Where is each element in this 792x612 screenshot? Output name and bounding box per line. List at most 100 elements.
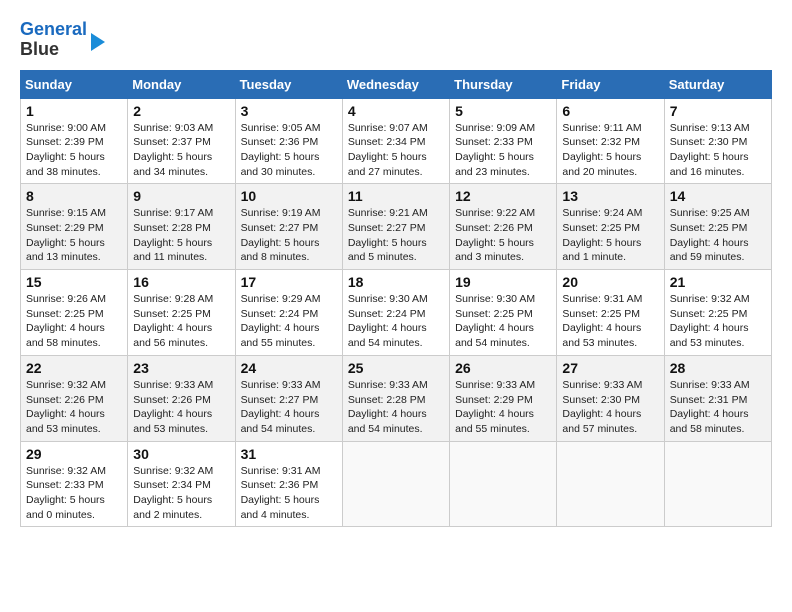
day-number: 23: [133, 360, 229, 376]
day-number: 21: [670, 274, 766, 290]
calendar-cell: 4 Sunrise: 9:07 AMSunset: 2:34 PMDaylight…: [342, 98, 449, 184]
day-info: Sunrise: 9:33 AMSunset: 2:28 PMDaylight:…: [348, 378, 444, 437]
day-number: 3: [241, 103, 337, 119]
calendar-cell: 16Sunrise: 9:28 AMSunset: 2:25 PMDayligh…: [128, 270, 235, 356]
day-info: Sunrise: 9:29 AMSunset: 2:24 PMDaylight:…: [241, 292, 337, 351]
day-number: 14: [670, 188, 766, 204]
day-number: 29: [26, 446, 122, 462]
calendar-cell: 12 Sunrise: 9:22 AMSunset: 2:26 PMDayligh…: [450, 184, 557, 270]
day-info: Sunrise: 9:33 AMSunset: 2:29 PMDaylight:…: [455, 378, 551, 437]
day-info: Sunrise: 9:30 AMSunset: 2:24 PMDaylight:…: [348, 292, 444, 351]
calendar-cell: 5 Sunrise: 9:09 AMSunset: 2:33 PMDaylight…: [450, 98, 557, 184]
col-header-sunday: Sunday: [21, 70, 128, 98]
day-number: 19: [455, 274, 551, 290]
day-number: 12: [455, 188, 551, 204]
calendar-cell: 21 Sunrise: 9:32 AMSunset: 2:25 PMDayligh…: [664, 270, 771, 356]
day-number: 31: [241, 446, 337, 462]
day-number: 9: [133, 188, 229, 204]
day-info: Sunrise: 9:31 AMSunset: 2:25 PMDaylight:…: [562, 292, 658, 351]
day-info: Sunrise: 9:26 AMSunset: 2:25 PMDaylight:…: [26, 292, 122, 351]
calendar-cell: 15 Sunrise: 9:26 AMSunset: 2:25 PMDayligh…: [21, 270, 128, 356]
day-info: Sunrise: 9:32 AMSunset: 2:25 PMDaylight:…: [670, 292, 766, 351]
logo-arrow-icon: [91, 33, 105, 51]
day-info: Sunrise: 9:28 AMSunset: 2:25 PMDaylight:…: [133, 292, 229, 351]
day-info: Sunrise: 9:32 AMSunset: 2:33 PMDaylight:…: [26, 464, 122, 523]
day-info: Sunrise: 9:31 AMSunset: 2:36 PMDaylight:…: [241, 464, 337, 523]
col-header-monday: Monday: [128, 70, 235, 98]
calendar-cell: 31 Sunrise: 9:31 AMSunset: 2:36 PMDayligh…: [235, 441, 342, 527]
day-info: Sunrise: 9:22 AMSunset: 2:26 PMDaylight:…: [455, 206, 551, 265]
calendar-cell: 9 Sunrise: 9:17 AMSunset: 2:28 PMDaylight…: [128, 184, 235, 270]
day-info: Sunrise: 9:11 AMSunset: 2:32 PMDaylight:…: [562, 121, 658, 180]
col-header-friday: Friday: [557, 70, 664, 98]
day-number: 2: [133, 103, 229, 119]
calendar-cell: 18Sunrise: 9:30 AMSunset: 2:24 PMDayligh…: [342, 270, 449, 356]
day-info: Sunrise: 9:00 AMSunset: 2:39 PMDaylight:…: [26, 121, 122, 180]
day-info: Sunrise: 9:13 AMSunset: 2:30 PMDaylight:…: [670, 121, 766, 180]
calendar-cell: 7 Sunrise: 9:13 AMSunset: 2:30 PMDaylight…: [664, 98, 771, 184]
calendar-cell: 25 Sunrise: 9:33 AMSunset: 2:28 PMDayligh…: [342, 355, 449, 441]
calendar-cell: [664, 441, 771, 527]
day-number: 26: [455, 360, 551, 376]
col-header-tuesday: Tuesday: [235, 70, 342, 98]
day-info: Sunrise: 9:19 AMSunset: 2:27 PMDaylight:…: [241, 206, 337, 265]
day-number: 28: [670, 360, 766, 376]
calendar-table: SundayMondayTuesdayWednesdayThursdayFrid…: [20, 70, 772, 528]
day-number: 6: [562, 103, 658, 119]
day-info: Sunrise: 9:09 AMSunset: 2:33 PMDaylight:…: [455, 121, 551, 180]
day-number: 7: [670, 103, 766, 119]
day-number: 22: [26, 360, 122, 376]
day-info: Sunrise: 9:32 AMSunset: 2:34 PMDaylight:…: [133, 464, 229, 523]
day-number: 20: [562, 274, 658, 290]
day-info: Sunrise: 9:33 AMSunset: 2:31 PMDaylight:…: [670, 378, 766, 437]
logo-text: General Blue: [20, 20, 87, 60]
calendar-cell: 10 Sunrise: 9:19 AMSunset: 2:27 PMDayligh…: [235, 184, 342, 270]
calendar-cell: [557, 441, 664, 527]
day-info: Sunrise: 9:25 AMSunset: 2:25 PMDaylight:…: [670, 206, 766, 265]
day-number: 25: [348, 360, 444, 376]
calendar-cell: 27 Sunrise: 9:33 AMSunset: 2:30 PMDayligh…: [557, 355, 664, 441]
day-number: 5: [455, 103, 551, 119]
calendar-cell: 17 Sunrise: 9:29 AMSunset: 2:24 PMDayligh…: [235, 270, 342, 356]
day-info: Sunrise: 9:07 AMSunset: 2:34 PMDaylight:…: [348, 121, 444, 180]
calendar-cell: 14 Sunrise: 9:25 AMSunset: 2:25 PMDayligh…: [664, 184, 771, 270]
calendar-cell: 19Sunrise: 9:30 AMSunset: 2:25 PMDayligh…: [450, 270, 557, 356]
calendar-cell: 22 Sunrise: 9:32 AMSunset: 2:26 PMDayligh…: [21, 355, 128, 441]
col-header-thursday: Thursday: [450, 70, 557, 98]
day-info: Sunrise: 9:33 AMSunset: 2:30 PMDaylight:…: [562, 378, 658, 437]
day-number: 4: [348, 103, 444, 119]
page-header: General Blue: [20, 20, 772, 60]
day-number: 1: [26, 103, 122, 119]
day-number: 15: [26, 274, 122, 290]
day-info: Sunrise: 9:21 AMSunset: 2:27 PMDaylight:…: [348, 206, 444, 265]
day-number: 24: [241, 360, 337, 376]
calendar-cell: 29 Sunrise: 9:32 AMSunset: 2:33 PMDayligh…: [21, 441, 128, 527]
calendar-cell: 11 Sunrise: 9:21 AMSunset: 2:27 PMDayligh…: [342, 184, 449, 270]
calendar-cell: 8 Sunrise: 9:15 AMSunset: 2:29 PMDaylight…: [21, 184, 128, 270]
day-info: Sunrise: 9:33 AMSunset: 2:26 PMDaylight:…: [133, 378, 229, 437]
calendar-cell: 30 Sunrise: 9:32 AMSunset: 2:34 PMDayligh…: [128, 441, 235, 527]
calendar-cell: 13Sunrise: 9:24 AMSunset: 2:25 PMDayligh…: [557, 184, 664, 270]
day-number: 11: [348, 188, 444, 204]
calendar-cell: 23 Sunrise: 9:33 AMSunset: 2:26 PMDayligh…: [128, 355, 235, 441]
day-number: 8: [26, 188, 122, 204]
day-number: 27: [562, 360, 658, 376]
day-info: Sunrise: 9:17 AMSunset: 2:28 PMDaylight:…: [133, 206, 229, 265]
day-number: 10: [241, 188, 337, 204]
calendar-cell: 20 Sunrise: 9:31 AMSunset: 2:25 PMDayligh…: [557, 270, 664, 356]
day-info: Sunrise: 9:15 AMSunset: 2:29 PMDaylight:…: [26, 206, 122, 265]
day-info: Sunrise: 9:05 AMSunset: 2:36 PMDaylight:…: [241, 121, 337, 180]
calendar-cell: 6 Sunrise: 9:11 AMSunset: 2:32 PMDaylight…: [557, 98, 664, 184]
day-number: 30: [133, 446, 229, 462]
calendar-cell: 1 Sunrise: 9:00 AMSunset: 2:39 PMDaylight…: [21, 98, 128, 184]
day-info: Sunrise: 9:03 AMSunset: 2:37 PMDaylight:…: [133, 121, 229, 180]
calendar-cell: [342, 441, 449, 527]
col-header-saturday: Saturday: [664, 70, 771, 98]
day-number: 17: [241, 274, 337, 290]
day-info: Sunrise: 9:24 AMSunset: 2:25 PMDaylight:…: [562, 206, 658, 265]
day-info: Sunrise: 9:32 AMSunset: 2:26 PMDaylight:…: [26, 378, 122, 437]
calendar-cell: 3 Sunrise: 9:05 AMSunset: 2:36 PMDaylight…: [235, 98, 342, 184]
calendar-cell: 24Sunrise: 9:33 AMSunset: 2:27 PMDayligh…: [235, 355, 342, 441]
calendar-cell: [450, 441, 557, 527]
calendar-cell: 28 Sunrise: 9:33 AMSunset: 2:31 PMDayligh…: [664, 355, 771, 441]
